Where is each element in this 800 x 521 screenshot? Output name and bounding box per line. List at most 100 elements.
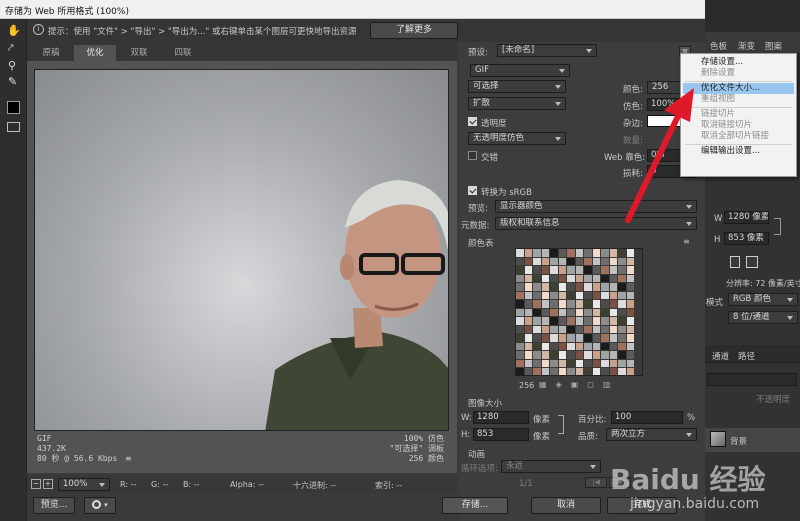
color-swatch[interactable] [626,325,635,334]
color-swatch[interactable] [550,274,559,283]
preview-menu-icon[interactable]: ≡ [125,454,132,463]
transparency-dither-select[interactable]: 无透明度仿色 [468,132,566,145]
color-swatch[interactable] [626,342,635,351]
landscape-orientation-icon[interactable] [746,256,758,268]
color-swatch[interactable] [592,291,601,300]
color-swatch[interactable] [584,283,593,292]
color-swatch[interactable] [575,300,584,309]
color-swatch[interactable] [601,274,610,283]
preset-select[interactable]: [未命名] [497,44,597,57]
color-swatch[interactable] [533,308,542,317]
color-swatch[interactable] [516,342,525,351]
slice-select-tool-icon[interactable]: ⤤ [8,43,14,54]
lock-color-icon[interactable]: ▣ [571,380,588,389]
color-swatch[interactable] [609,249,618,258]
color-swatch[interactable] [550,325,559,334]
color-swatch[interactable] [567,351,576,360]
tab-optimized[interactable]: 优化 [74,45,116,61]
color-table-grid[interactable] [515,248,643,376]
color-swatch[interactable] [533,274,542,283]
tab-original[interactable]: 原稿 [30,45,72,61]
bg-mode-select[interactable]: RGB 颜色 [728,293,798,306]
color-swatch[interactable] [601,368,610,375]
color-swatch[interactable] [558,249,567,258]
bg-tab-patterns[interactable]: 图案 [765,40,782,52]
color-swatch[interactable] [609,283,618,292]
color-swatch[interactable] [516,283,525,292]
color-swatch[interactable] [516,351,525,360]
image-height-field[interactable]: 853 [473,428,529,441]
color-swatch[interactable] [575,351,584,360]
color-swatch[interactable] [626,351,635,360]
color-swatch[interactable] [516,274,525,283]
color-swatch[interactable] [626,308,635,317]
bg-width-field[interactable]: 1280 像素 [724,211,769,224]
color-swatch[interactable] [524,266,533,275]
color-swatch[interactable] [575,325,584,334]
color-swatch[interactable] [575,249,584,258]
color-swatch[interactable] [575,359,584,368]
preview-button[interactable]: 预览... [33,497,75,514]
color-swatch[interactable] [592,283,601,292]
color-swatch[interactable] [533,291,542,300]
color-swatch[interactable] [550,368,559,375]
color-swatch[interactable] [558,283,567,292]
color-swatch[interactable] [550,334,559,343]
color-swatch[interactable] [550,283,559,292]
color-swatch[interactable] [524,308,533,317]
color-swatch[interactable] [609,317,618,326]
color-swatch[interactable] [592,274,601,283]
color-swatch[interactable] [609,266,618,275]
color-swatch[interactable] [516,368,525,375]
tab-2-up[interactable]: 双联 [118,45,160,61]
portrait-orientation-icon[interactable] [730,256,740,268]
color-swatch[interactable] [558,274,567,283]
eyedropper-color-swatch[interactable] [7,101,20,114]
color-swatch[interactable] [618,368,627,375]
color-swatch[interactable] [541,317,550,326]
dither-algorithm-select[interactable]: 扩散 [468,97,566,110]
color-swatch[interactable] [533,368,542,375]
reduction-select[interactable]: 可选择 [468,80,566,93]
color-swatch[interactable] [592,257,601,266]
color-swatch[interactable] [524,351,533,360]
zoom-in-icon[interactable]: + [43,479,53,489]
color-swatch[interactable] [575,334,584,343]
color-swatch[interactable] [601,300,610,309]
color-swatch[interactable] [601,317,610,326]
color-swatch[interactable] [567,283,576,292]
color-swatch[interactable] [550,257,559,266]
color-swatch[interactable] [592,351,601,360]
color-swatch[interactable] [592,368,601,375]
optimized-image-preview[interactable] [34,69,449,431]
bg-tab-swatches[interactable]: 色板 [710,40,727,52]
color-swatch[interactable] [601,359,610,368]
color-swatch[interactable] [592,325,601,334]
color-swatch[interactable] [524,249,533,258]
color-swatch[interactable] [524,317,533,326]
menu-item[interactable]: 存储设置... [681,57,796,68]
color-swatch[interactable] [567,300,576,309]
learn-more-button[interactable]: 了解更多 [370,22,458,39]
color-swatch[interactable] [575,308,584,317]
color-swatch[interactable] [584,351,593,360]
color-swatch[interactable] [524,283,533,292]
color-swatch[interactable] [533,317,542,326]
color-swatch[interactable] [533,257,542,266]
color-swatch[interactable] [533,325,542,334]
color-swatch[interactable] [584,359,593,368]
color-swatch[interactable] [601,308,610,317]
color-swatch[interactable] [550,308,559,317]
color-swatch[interactable] [558,291,567,300]
color-swatch[interactable] [626,291,635,300]
quality-select[interactable]: 两次立方 [606,428,697,441]
color-swatch[interactable] [618,351,627,360]
color-swatch[interactable] [592,308,601,317]
color-swatch[interactable] [533,300,542,309]
color-swatch[interactable] [558,359,567,368]
color-swatch[interactable] [592,359,601,368]
color-swatch[interactable] [618,291,627,300]
percent-field[interactable]: 100 [611,411,683,424]
color-swatch[interactable] [541,342,550,351]
color-swatch[interactable] [533,351,542,360]
